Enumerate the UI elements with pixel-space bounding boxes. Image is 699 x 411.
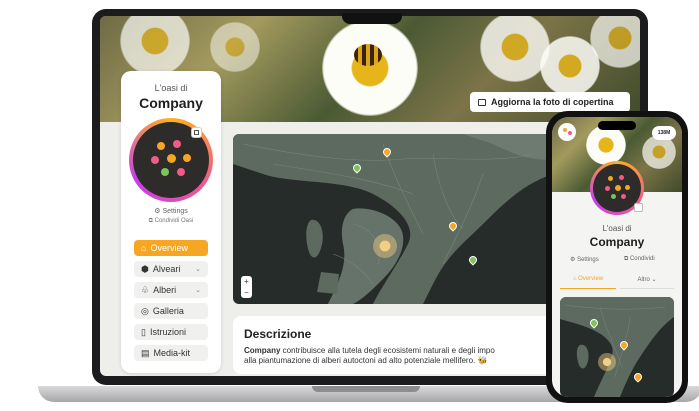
media-kit-icon: ▤ bbox=[141, 347, 150, 358]
chevron-down-icon: ⌄ bbox=[195, 287, 201, 294]
menu-media-kit[interactable]: ▤ Media-kit bbox=[134, 345, 208, 361]
phone-map[interactable] bbox=[560, 297, 674, 397]
oasis-title: Company bbox=[139, 95, 203, 111]
company-name: Company bbox=[244, 346, 281, 355]
image-icon bbox=[194, 130, 199, 135]
chevron-down-icon: ⌄ bbox=[651, 277, 657, 283]
menu-overview[interactable]: ⌂ Overview bbox=[134, 240, 208, 256]
settings-icon: ⚙ bbox=[570, 257, 576, 263]
settings-link[interactable]: ⚙ Settings bbox=[121, 207, 221, 215]
phone-oasis-subtitle: L'oasi di bbox=[602, 224, 632, 233]
cluster-marker[interactable] bbox=[598, 353, 616, 371]
home-icon: ⌂ bbox=[141, 243, 147, 253]
settings-icon: ⚙ bbox=[154, 208, 161, 215]
bee-image bbox=[354, 44, 382, 66]
zoom-in-button[interactable]: + bbox=[241, 276, 252, 287]
share-icon: ⧉ bbox=[148, 218, 153, 224]
menu-alberi[interactable]: ♧ Alberi ⌄ bbox=[134, 282, 208, 298]
phone-share-link[interactable]: ⧉ Condividi bbox=[624, 256, 655, 263]
phone-dynamic-island bbox=[598, 121, 636, 130]
description-text: Company contribuisce alla tutela degli e… bbox=[244, 346, 495, 365]
camera-notch bbox=[342, 13, 402, 24]
phone-tab-altro[interactable]: Altro ⌄ bbox=[620, 276, 674, 289]
cluster-marker[interactable] bbox=[373, 234, 397, 258]
gallery-icon: ◎ bbox=[141, 305, 149, 316]
phone-tab-overview[interactable]: ⌂ Overview bbox=[560, 276, 616, 289]
menu-alveari[interactable]: ⬢ Alveari ⌄ bbox=[134, 261, 208, 277]
update-cover-button[interactable]: Aggiorna la foto di copertina bbox=[470, 92, 630, 112]
zoom-out-button[interactable]: − bbox=[241, 287, 252, 298]
phone-badge[interactable]: 138M bbox=[652, 126, 676, 140]
phone-edit-avatar-button[interactable] bbox=[634, 203, 643, 212]
phone-settings-link[interactable]: ⚙ Settings bbox=[570, 256, 599, 263]
menu-galleria[interactable]: ◎ Galleria bbox=[134, 303, 208, 319]
zoom-control: + − bbox=[241, 276, 252, 298]
document-icon: ▯ bbox=[141, 326, 146, 337]
update-cover-label: Aggiorna la foto di copertina bbox=[491, 97, 614, 107]
share-icon: ⧉ bbox=[624, 256, 629, 262]
phone-logo-icon bbox=[558, 123, 576, 141]
oasis-map[interactable]: + − bbox=[233, 134, 553, 304]
tree-icon: ♧ bbox=[141, 284, 150, 295]
daisy-flower bbox=[322, 20, 418, 116]
hive-icon: ⬢ bbox=[141, 263, 149, 274]
chevron-down-icon: ⌄ bbox=[195, 266, 201, 273]
sidebar: L'oasi di Company ⚙ Settings ⧉ Condividi… bbox=[121, 71, 221, 373]
phone-oasis-title: Company bbox=[589, 235, 645, 249]
edit-avatar-button[interactable] bbox=[191, 127, 202, 138]
description-card: Descrizione Company contribuisce alla tu… bbox=[233, 316, 563, 374]
menu-istruzioni[interactable]: ▯ Istruzioni bbox=[134, 324, 208, 340]
description-heading: Descrizione bbox=[244, 327, 312, 341]
image-icon bbox=[478, 98, 486, 106]
share-oasis-link[interactable]: ⧉ Condividi Oasi bbox=[121, 218, 221, 225]
oasis-subtitle: L'oasi di bbox=[154, 83, 188, 93]
laptop-hinge bbox=[312, 386, 420, 392]
home-icon: ⌂ bbox=[572, 276, 577, 282]
phone-screen: 138M L'oasi di Company ⚙ Settings ⧉ Cond… bbox=[552, 117, 682, 397]
